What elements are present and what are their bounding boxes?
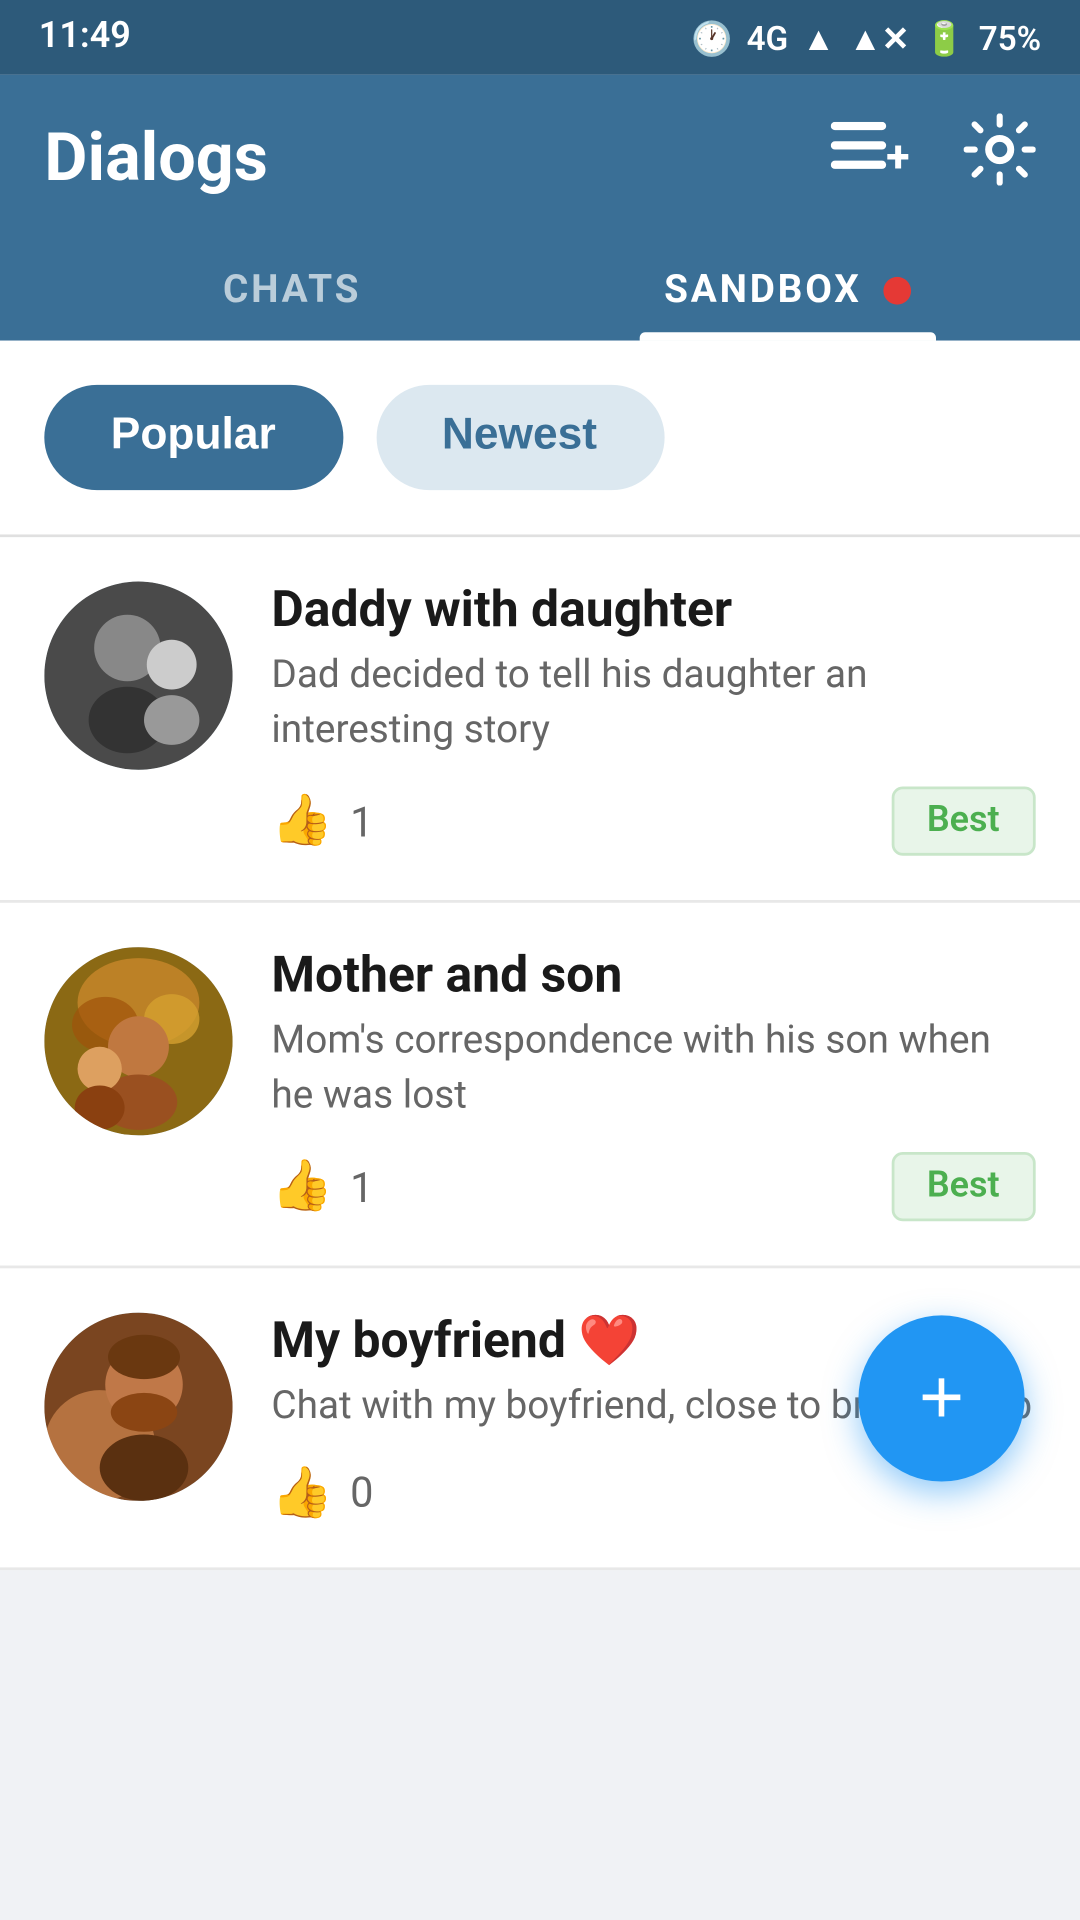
status-icons: 🕐 4G ▲ ▲✕ 🔋 75% xyxy=(691,18,1041,57)
add-chat-fab[interactable]: + xyxy=(858,1315,1024,1481)
tab-chats[interactable]: CHATS xyxy=(44,241,540,341)
chat-item-mother-son[interactable]: Mother and son Mom's correspondence with… xyxy=(0,903,1080,1269)
chat-title-mother-son: Mother and son xyxy=(271,948,1035,1006)
signal-icon: ▲ xyxy=(802,18,835,57)
best-badge-mother-son: Best xyxy=(891,1153,1036,1222)
avatar-boyfriend xyxy=(44,1314,232,1502)
chat-desc-daddy-daughter: Dad decided to tell his daughter an inte… xyxy=(271,651,1035,760)
status-bar: 11:49 🕐 4G ▲ ▲✕ 🔋 75% xyxy=(0,0,1080,75)
page-title: Dialogs xyxy=(44,119,268,197)
clock-icon: 🕐 xyxy=(691,18,732,57)
sandbox-notification-dot xyxy=(884,277,912,305)
chat-item-daddy-daughter[interactable]: Daddy with daughter Dad decided to tell … xyxy=(0,537,1080,903)
chat-title-daddy-daughter: Daddy with daughter xyxy=(271,582,1035,640)
filter-row: Popular Newest xyxy=(0,341,1080,538)
avatar-mother-son xyxy=(44,948,232,1136)
like-count-daddy-daughter: 1 xyxy=(350,797,373,847)
avatar-daddy-daughter xyxy=(44,582,232,770)
chat-meta-mother-son: 👍 1 Best xyxy=(271,1153,1035,1222)
likes-mother-son: 👍 1 xyxy=(271,1159,373,1217)
status-time: 11:49 xyxy=(39,17,131,59)
chat-desc-mother-son: Mom's correspondence with his son when h… xyxy=(271,1017,1035,1126)
likes-daddy-daughter: 👍 1 xyxy=(271,793,373,851)
like-count-mother-son: 1 xyxy=(350,1163,373,1213)
like-count-boyfriend: 0 xyxy=(350,1469,373,1519)
signal-label: 4G xyxy=(747,18,789,57)
battery-icon: 🔋 xyxy=(923,18,964,57)
newest-filter-button[interactable]: Newest xyxy=(375,385,663,490)
header-actions: + xyxy=(831,114,1036,203)
header: Dialogs + xyxy=(0,75,1080,341)
popular-filter-button[interactable]: Popular xyxy=(44,385,342,490)
svg-text:+: + xyxy=(886,129,908,181)
signal-x-icon: ▲✕ xyxy=(849,18,910,57)
battery-level: 75% xyxy=(979,18,1042,57)
settings-button[interactable] xyxy=(964,114,1036,203)
add-icon: + xyxy=(919,1354,964,1443)
tab-bar: CHATS SANDBOX xyxy=(44,241,1035,341)
thumbs-up-icon: 👍 xyxy=(271,793,333,851)
thumbs-up-icon: 👍 xyxy=(271,1465,333,1523)
thumbs-up-icon: 👍 xyxy=(271,1159,333,1217)
heart-emoji: ❤️ xyxy=(578,1314,640,1372)
chat-content-mother-son: Mother and son Mom's correspondence with… xyxy=(271,948,1035,1223)
chat-content-daddy-daughter: Daddy with daughter Dad decided to tell … xyxy=(271,582,1035,857)
likes-boyfriend: 👍 0 xyxy=(271,1465,373,1523)
tab-sandbox[interactable]: SANDBOX xyxy=(540,241,1036,341)
add-list-button[interactable]: + xyxy=(831,120,909,195)
chat-meta-daddy-daughter: 👍 1 Best xyxy=(271,787,1035,856)
best-badge-daddy-daughter: Best xyxy=(891,787,1036,856)
